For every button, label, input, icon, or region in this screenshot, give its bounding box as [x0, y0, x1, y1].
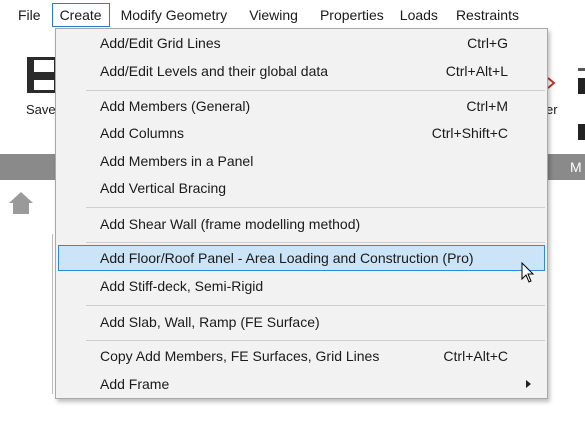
menu-item-label: Add Vertical Bracing [100, 180, 227, 196]
menu-item-label: Copy Add Members, FE Surfaces, Grid Line… [100, 348, 380, 364]
menu-bar: File Create Modify Geometry Viewing Prop… [0, 0, 585, 30]
menu-item-add-columns[interactable]: Add Columns Ctrl+Shift+C [58, 120, 545, 146]
menu-item-add-slab-wall-ramp[interactable]: Add Slab, Wall, Ramp (FE Surface) [58, 309, 545, 335]
menu-create[interactable]: Create [51, 3, 110, 27]
menu-item-shortcut: Ctrl+Alt+L [445, 63, 508, 79]
menu-separator [86, 305, 545, 306]
home-icon[interactable] [8, 190, 34, 216]
menu-item-label: Add Stiff-deck, Semi-Rigid [100, 278, 264, 294]
menu-item-add-floor-roof-panel[interactable]: Add Floor/Roof Panel - Area Loading and … [58, 245, 545, 271]
menu-loads[interactable]: Loads [392, 3, 446, 27]
menu-item-add-stiff-deck[interactable]: Add Stiff-deck, Semi-Rigid [58, 273, 545, 299]
menu-item-shortcut: Ctrl+Alt+C [443, 348, 508, 364]
menu-item-label: Add/Edit Levels and their global data [100, 63, 329, 79]
menu-item-label: Add Members in a Panel [100, 153, 254, 169]
menu-restraints[interactable]: Restraints [448, 3, 527, 27]
menu-item-add-vertical-bracing[interactable]: Add Vertical Bracing [58, 175, 545, 201]
menu-item-label: Add/Edit Grid Lines [100, 35, 221, 51]
menu-item-label: Add Members (General) [100, 98, 251, 114]
ribbon-edge-icon [578, 124, 585, 140]
menu-item-label: Add Floor/Roof Panel - Area Loading and … [100, 250, 474, 266]
menu-item-label: Add Shear Wall (frame modelling method) [100, 216, 361, 232]
menu-separator [86, 90, 545, 91]
menu-item-shortcut: Ctrl+G [467, 35, 508, 51]
ribbon-edge-icon [578, 78, 585, 94]
menu-item-label: Add Columns [100, 125, 185, 141]
submenu-arrow-icon [526, 380, 531, 388]
menu-separator [86, 207, 545, 208]
menu-separator [86, 242, 545, 243]
menu-item-add-edit-levels[interactable]: Add/Edit Levels and their global data Ct… [58, 58, 545, 84]
strip-label: M [570, 159, 582, 175]
menu-item-add-shear-wall[interactable]: Add Shear Wall (frame modelling method) [58, 211, 545, 237]
menu-viewing[interactable]: Viewing [241, 3, 306, 27]
menu-item-shortcut: Ctrl+Shift+C [431, 125, 508, 141]
menu-modify-geometry[interactable]: Modify Geometry [113, 3, 236, 27]
panel-edge [52, 234, 53, 394]
menu-properties[interactable]: Properties [312, 3, 392, 27]
menu-item-label: Add Slab, Wall, Ramp (FE Surface) [100, 314, 320, 330]
menu-item-shortcut: Ctrl+M [466, 98, 508, 114]
menu-item-add-edit-grid-lines[interactable]: Add/Edit Grid Lines Ctrl+G [58, 30, 545, 56]
menu-item-copy-add-members[interactable]: Copy Add Members, FE Surfaces, Grid Line… [58, 343, 545, 369]
create-menu-dropdown: Add/Edit Grid Lines Ctrl+G Add/Edit Leve… [55, 28, 548, 399]
ribbon-edge-icon [578, 68, 585, 71]
save-button-label[interactable]: Save [26, 102, 56, 117]
menu-item-add-frame[interactable]: Add Frame [58, 371, 545, 397]
menu-separator [86, 340, 545, 341]
menu-item-add-members-general[interactable]: Add Members (General) Ctrl+M [58, 93, 545, 119]
menu-file[interactable]: File [10, 3, 49, 27]
mouse-cursor-icon [521, 262, 535, 283]
menu-item-label: Add Frame [100, 376, 170, 392]
menu-item-add-members-in-panel[interactable]: Add Members in a Panel [58, 148, 545, 174]
